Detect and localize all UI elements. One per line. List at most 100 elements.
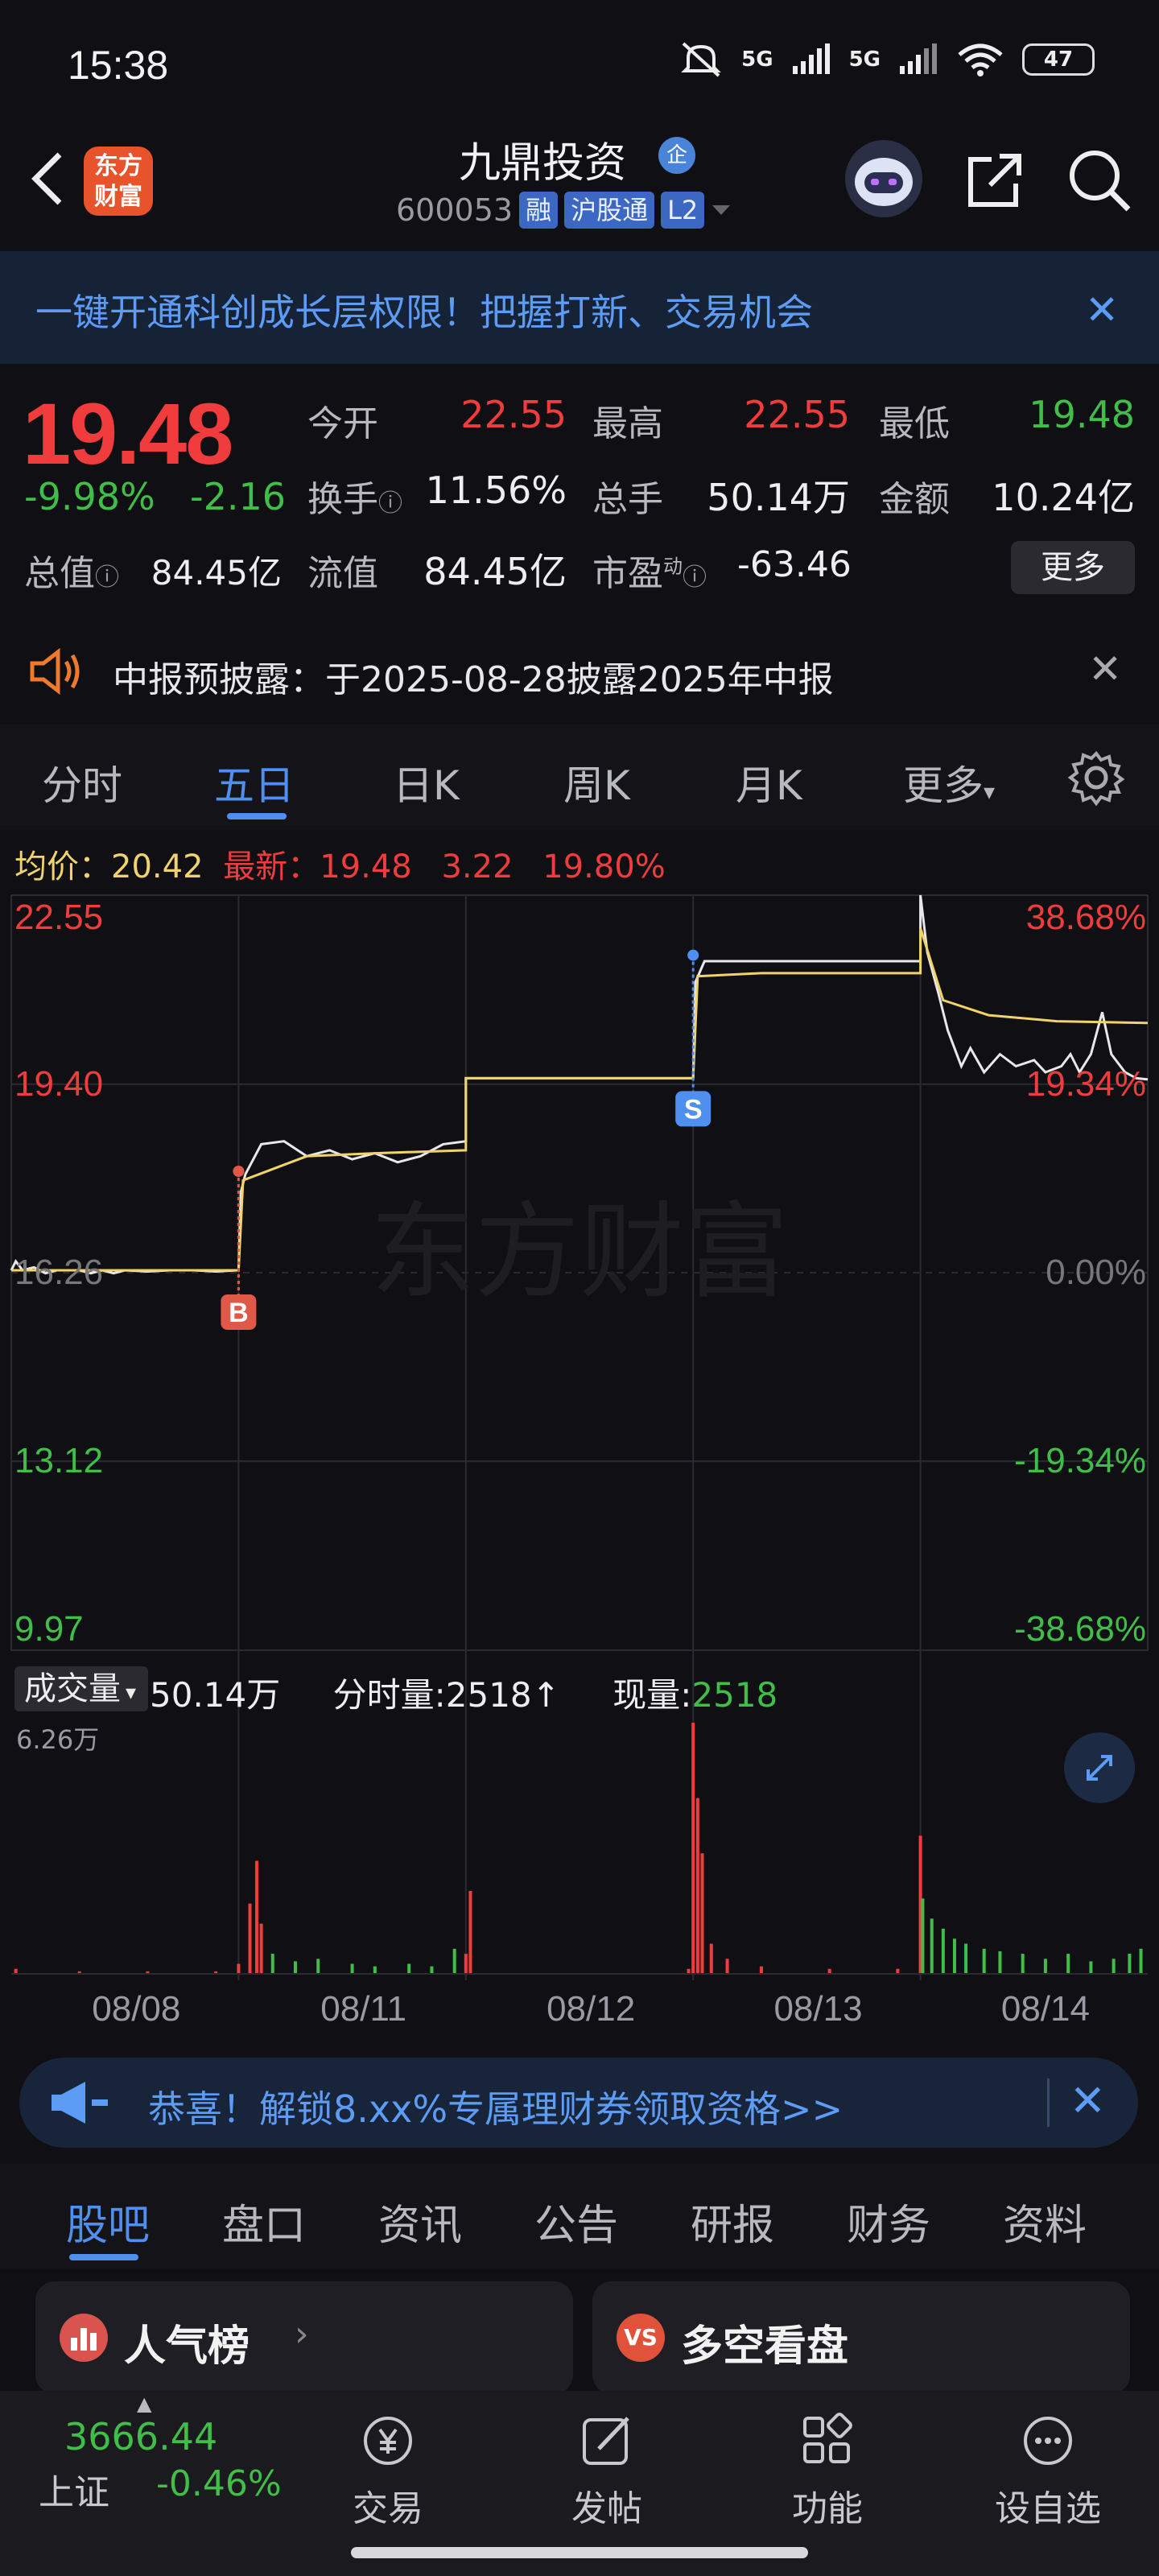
tag-shanghai-connect: 沪股通 <box>564 192 655 229</box>
volume-bar <box>294 1961 297 1974</box>
enterprise-badge: 企 <box>658 137 695 174</box>
back-arrow-icon[interactable] <box>24 147 72 211</box>
ai-assistant-icon[interactable] <box>845 140 922 217</box>
volume-bar <box>982 1948 986 1974</box>
grid-icon <box>803 2413 852 2463</box>
volume-bar <box>1089 1961 1093 1974</box>
volume-bar <box>921 1898 925 1974</box>
search-icon[interactable] <box>1064 145 1133 214</box>
network-5g-2: 5G <box>848 47 881 72</box>
app-logo[interactable]: 东方财富 <box>84 147 153 216</box>
volume-bar <box>695 1798 699 1974</box>
index-ticker[interactable]: ▲ 3666.44 上证 -0.46% <box>24 2391 314 2528</box>
turnover-label-text: 换手 <box>307 479 378 520</box>
more-button[interactable]: 更多 <box>1011 541 1135 594</box>
battery-level: 47 <box>1043 47 1074 72</box>
tab-research[interactable]: 研报 <box>691 2191 774 2252</box>
tab-announcements[interactable]: 公告 <box>534 2191 618 2252</box>
avg-value: 20.42 <box>111 848 204 886</box>
battery-icon: 47 <box>1022 43 1095 76</box>
expand-chart-button[interactable] <box>1064 1732 1135 1803</box>
y-tick-right: 0.00% <box>1046 1253 1146 1292</box>
dropdown-icon <box>712 205 731 215</box>
volume-bar <box>1021 1954 1025 1974</box>
volume-max-label: 6.26万 <box>16 1724 100 1755</box>
indicator-selector[interactable]: 成交量 ▾ <box>14 1666 148 1711</box>
bull-bear-card[interactable]: VS 多空看盘 <box>592 2281 1130 2394</box>
tab-guba[interactable]: 股吧 <box>66 2191 150 2252</box>
pe-label[interactable]: 市盈动ⓘ <box>592 544 707 596</box>
now-volume-value: 2518 <box>691 1675 778 1715</box>
mktcap-label[interactable]: 总值ⓘ <box>24 544 119 596</box>
y-tick-left: 19.40 <box>14 1064 103 1104</box>
report-notice[interactable]: 中报预披露：于2025-08-28披露2025年中报 ✕ <box>0 621 1159 724</box>
info-icon: ⓘ <box>95 564 119 592</box>
amount-value: 10.24亿 <box>992 476 1135 519</box>
close-icon[interactable]: ✕ <box>1070 2075 1106 2126</box>
tab-more[interactable]: 更多▾ <box>903 753 995 811</box>
promo-banner-kcb[interactable]: 一键开通科创成长层权限！把握打新、交易机会 ✕ <box>0 251 1159 364</box>
close-icon[interactable]: ✕ <box>1085 287 1119 333</box>
marker-label-S: S <box>684 1094 703 1125</box>
volume-bar <box>270 1954 274 1974</box>
popularity-card[interactable]: 人气榜 › <box>35 2281 573 2394</box>
tab-daily-k[interactable]: 日K <box>393 753 460 811</box>
nav-trade[interactable]: 交易 <box>307 2399 468 2531</box>
tab-news[interactable]: 资讯 <box>378 2191 462 2252</box>
x-tick-label: 08/12 <box>547 1989 635 2029</box>
stock-code-line[interactable]: 600053 融 沪股通 L2 <box>396 192 732 229</box>
more-dots-icon <box>1024 2417 1072 2465</box>
stock-name: 九鼎投资 <box>459 139 627 188</box>
home-indicator[interactable] <box>351 2547 808 2558</box>
promo-bar[interactable]: 恭喜！解锁8.xx%专属理财券领取资格>> ✕ <box>19 2058 1138 2148</box>
edit-icon <box>583 2417 629 2465</box>
status-bar: 15:38 5G 5G 47 <box>0 0 1159 129</box>
pe-label-text: 市盈 <box>592 553 663 594</box>
x-tick-label: 08/08 <box>92 1989 180 2029</box>
share-icon[interactable] <box>963 148 1027 213</box>
nav-add-watchlist[interactable]: 设自选 <box>967 2399 1128 2531</box>
volume-bar <box>725 1959 729 1974</box>
high-label: 最高 <box>592 403 663 444</box>
yen-circle-icon <box>364 2417 412 2465</box>
chart-change-pct: 19.80% <box>542 848 666 886</box>
nav-functions[interactable]: 功能 <box>747 2399 908 2531</box>
y-tick-right: -19.34% <box>1014 1441 1146 1480</box>
tab-finance[interactable]: 财务 <box>847 2191 930 2252</box>
volume-bar <box>373 1966 377 1974</box>
turnover-label[interactable]: 换手ⓘ <box>307 470 402 522</box>
mktcap-label-text: 总值 <box>24 553 95 594</box>
last-price: 19.48 <box>23 385 233 482</box>
close-icon[interactable]: ✕ <box>1088 646 1122 692</box>
tab-five-day[interactable]: 五日 <box>214 753 295 811</box>
tab-profile[interactable]: 资料 <box>1003 2191 1087 2252</box>
pe-value: -63.46 <box>737 544 852 585</box>
clock: 15:38 <box>68 43 169 88</box>
volume-bar <box>407 1963 411 1974</box>
info-icon: ⓘ <box>683 564 707 592</box>
y-tick-right: 38.68% <box>1026 898 1146 937</box>
nav-trade-label: 交易 <box>353 2488 423 2529</box>
promo-text: 恭喜！解锁8.xx%专属理财券领取资格>> <box>148 2087 843 2131</box>
tab-pankou[interactable]: 盘口 <box>222 2191 306 2252</box>
tab-intraday[interactable]: 分时 <box>42 753 122 811</box>
nav-post[interactable]: 发帖 <box>526 2399 687 2531</box>
y-tick-left: 13.12 <box>14 1441 103 1480</box>
tab-weekly-k[interactable]: 周K <box>563 753 630 811</box>
settings-gear-icon[interactable] <box>1067 749 1125 807</box>
speaker-icon <box>30 647 80 696</box>
divider <box>1047 2079 1050 2127</box>
dropdown-icon: ▾ <box>126 1681 137 1705</box>
volume-bar <box>259 1923 263 1974</box>
tab-monthly-k[interactable]: 月K <box>736 753 802 811</box>
active-tab-underline <box>69 2254 138 2260</box>
quote-panel: 19.48 -9.98% -2.16 今开 22.55 最高 22.55 最低 … <box>0 370 1159 612</box>
signal-icon-1 <box>792 43 830 74</box>
volume-label: 总手 <box>592 479 663 520</box>
stock-code: 600053 <box>396 192 514 228</box>
chevron-right-icon: › <box>295 2314 309 2355</box>
tab-more-label: 更多 <box>903 762 984 809</box>
volume-bar <box>316 1959 320 1974</box>
volume-bar <box>464 1954 468 1974</box>
five-day-chart[interactable]: 东方财富 B S 22.55 38.68% 19.40 19.34% 16.26 0.00%… <box>0 886 1159 2061</box>
